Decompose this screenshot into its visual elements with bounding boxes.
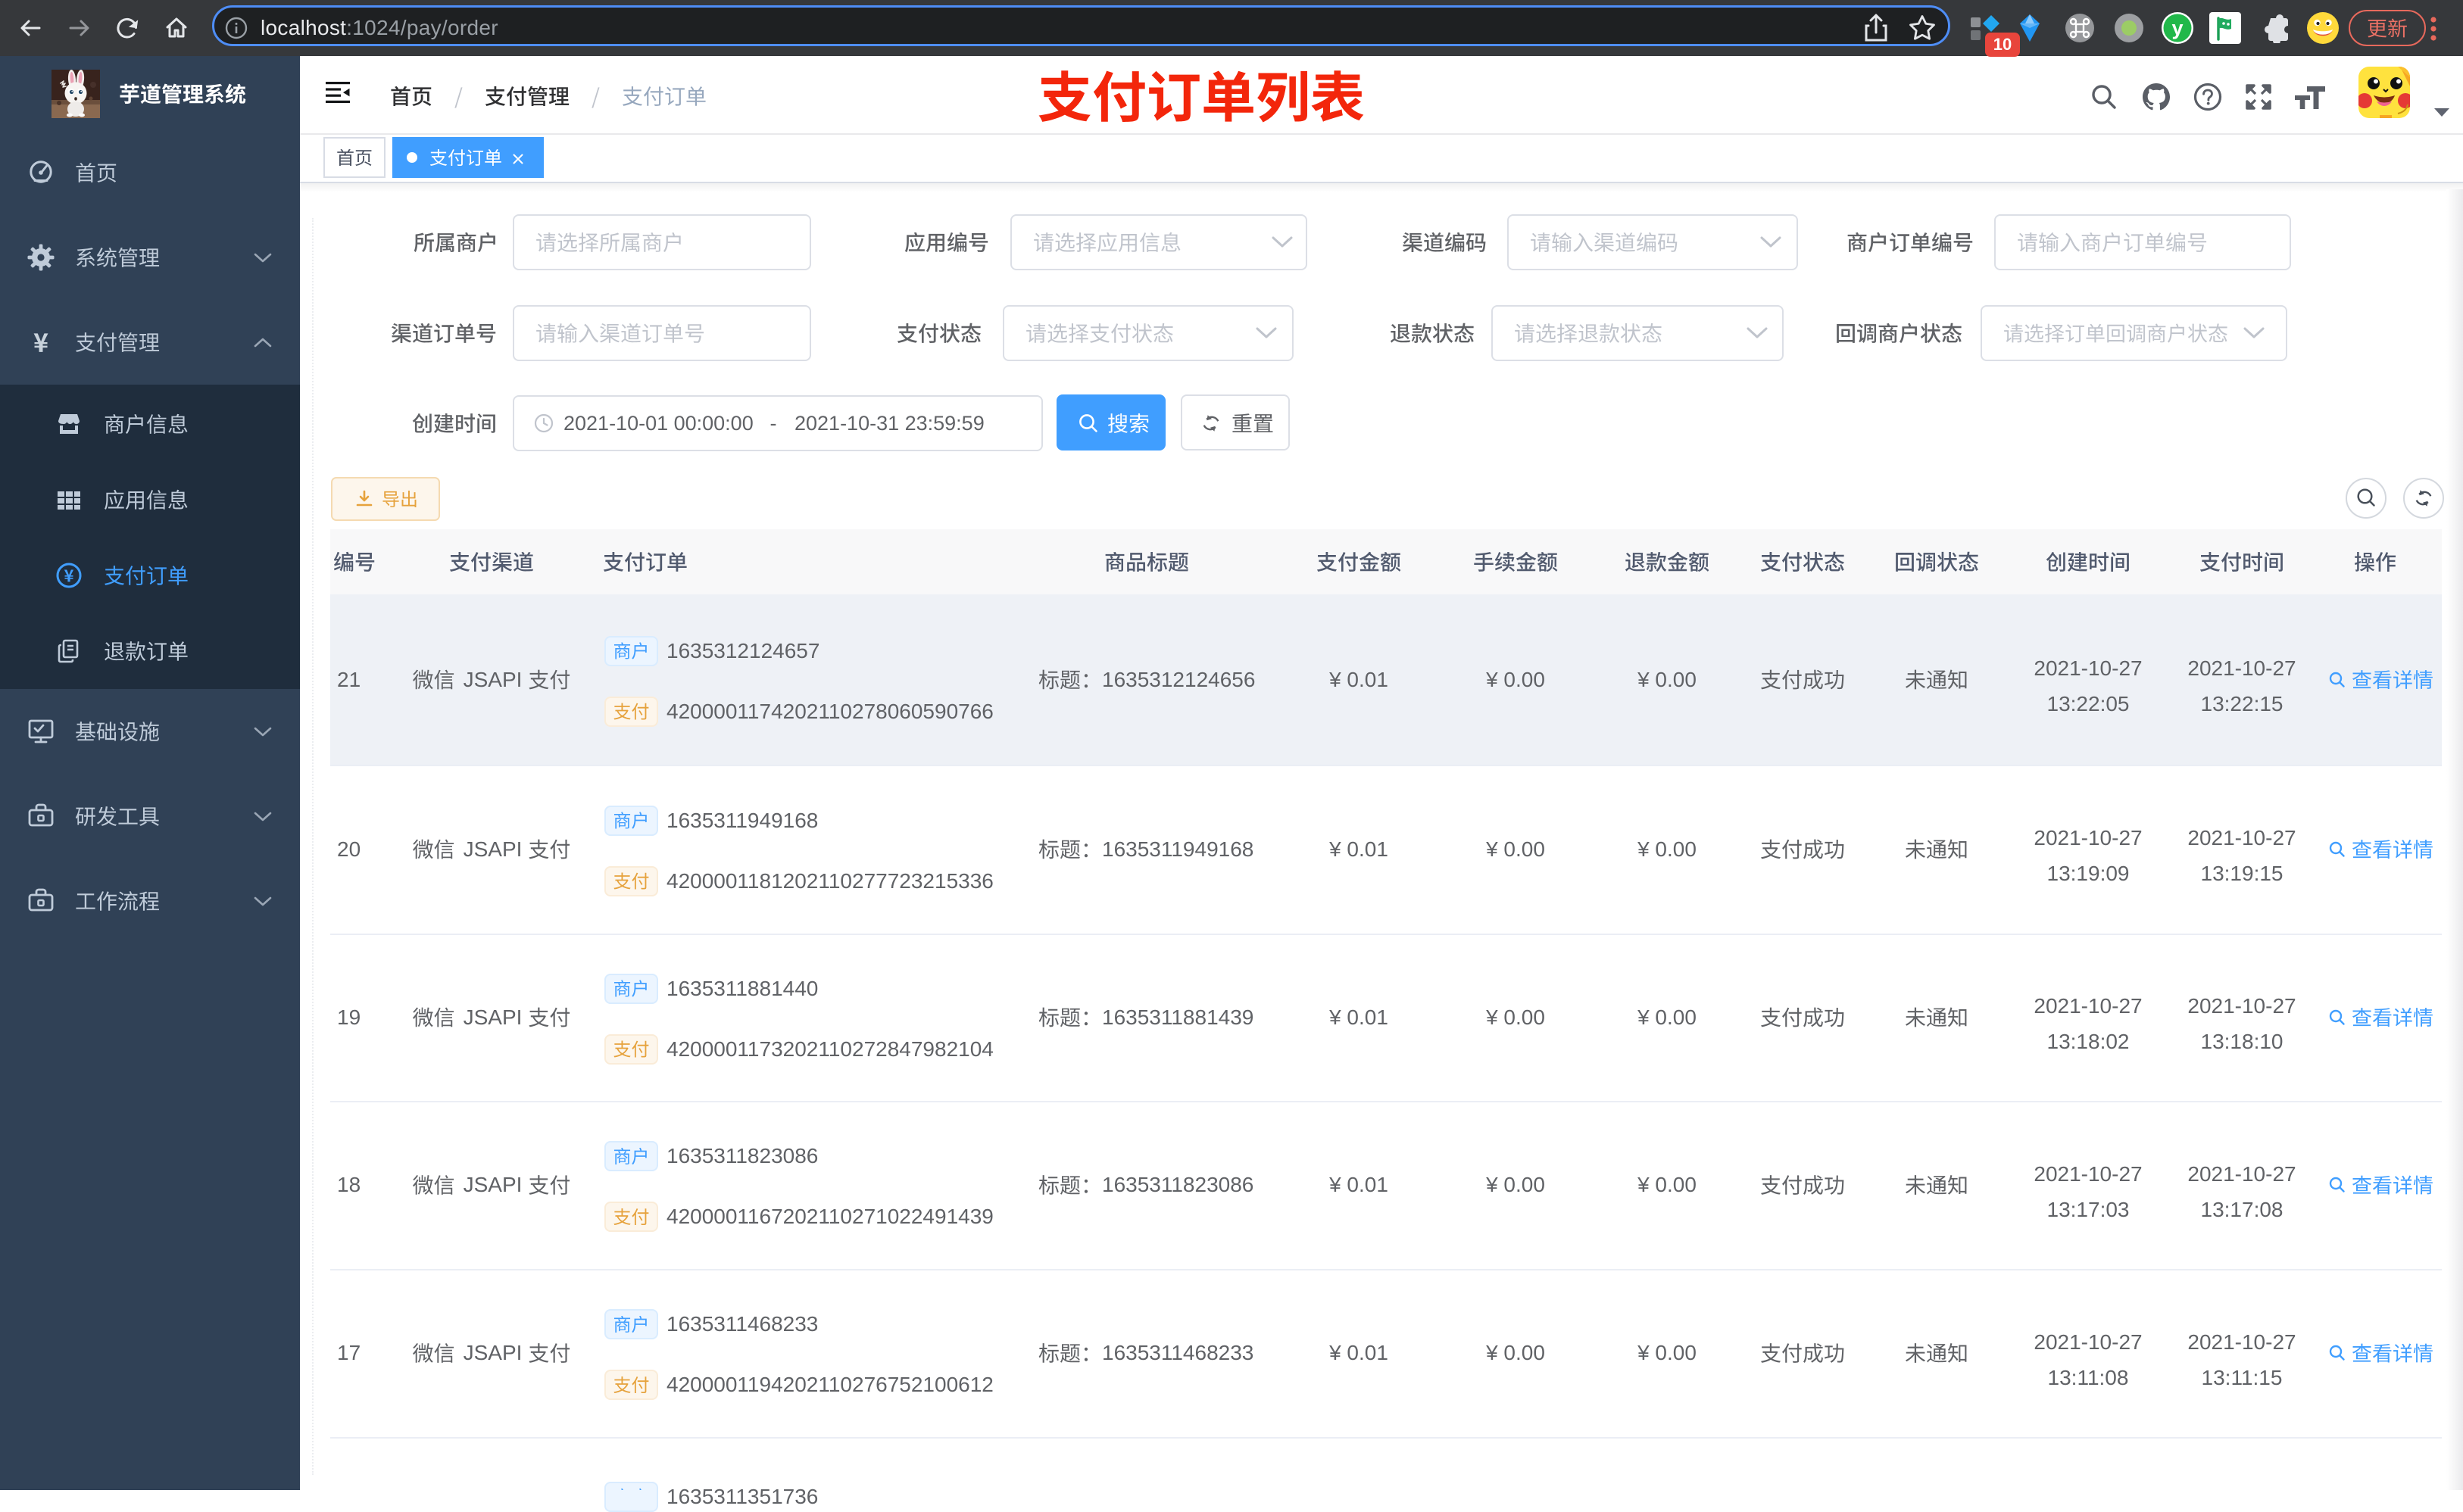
svg-text:y: y (2171, 17, 2183, 39)
